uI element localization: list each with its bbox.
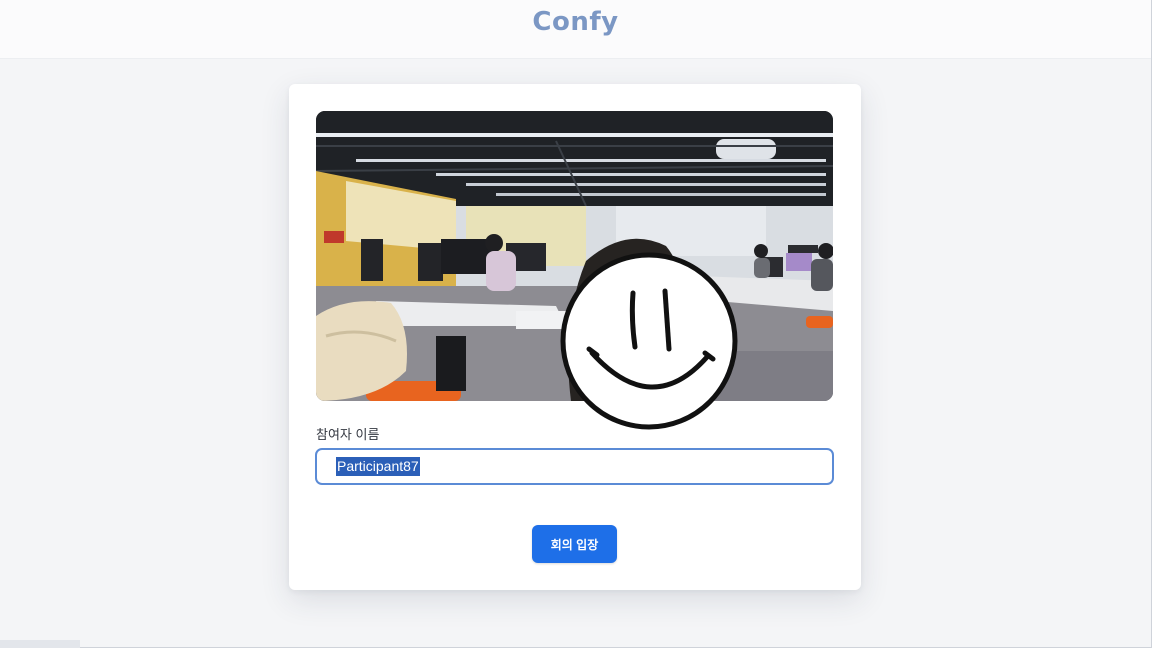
- smiley-face-icon: [560, 252, 738, 430]
- participant-name-value[interactable]: Participant87: [336, 457, 420, 476]
- join-meeting-button[interactable]: 회의 입장: [532, 525, 617, 563]
- participant-name-label: 참여자 이름: [316, 427, 380, 442]
- participant-name-input[interactable]: Participant87: [315, 448, 834, 485]
- app-header: Confy: [0, 0, 1151, 59]
- window-bottom-edge: [0, 640, 80, 648]
- join-page: Confy 참여자 이름 Participant87 회의 입장: [0, 0, 1152, 648]
- join-card: 참여자 이름 Participant87 회의 입장: [289, 84, 861, 590]
- brand-logo[interactable]: Confy: [532, 7, 618, 37]
